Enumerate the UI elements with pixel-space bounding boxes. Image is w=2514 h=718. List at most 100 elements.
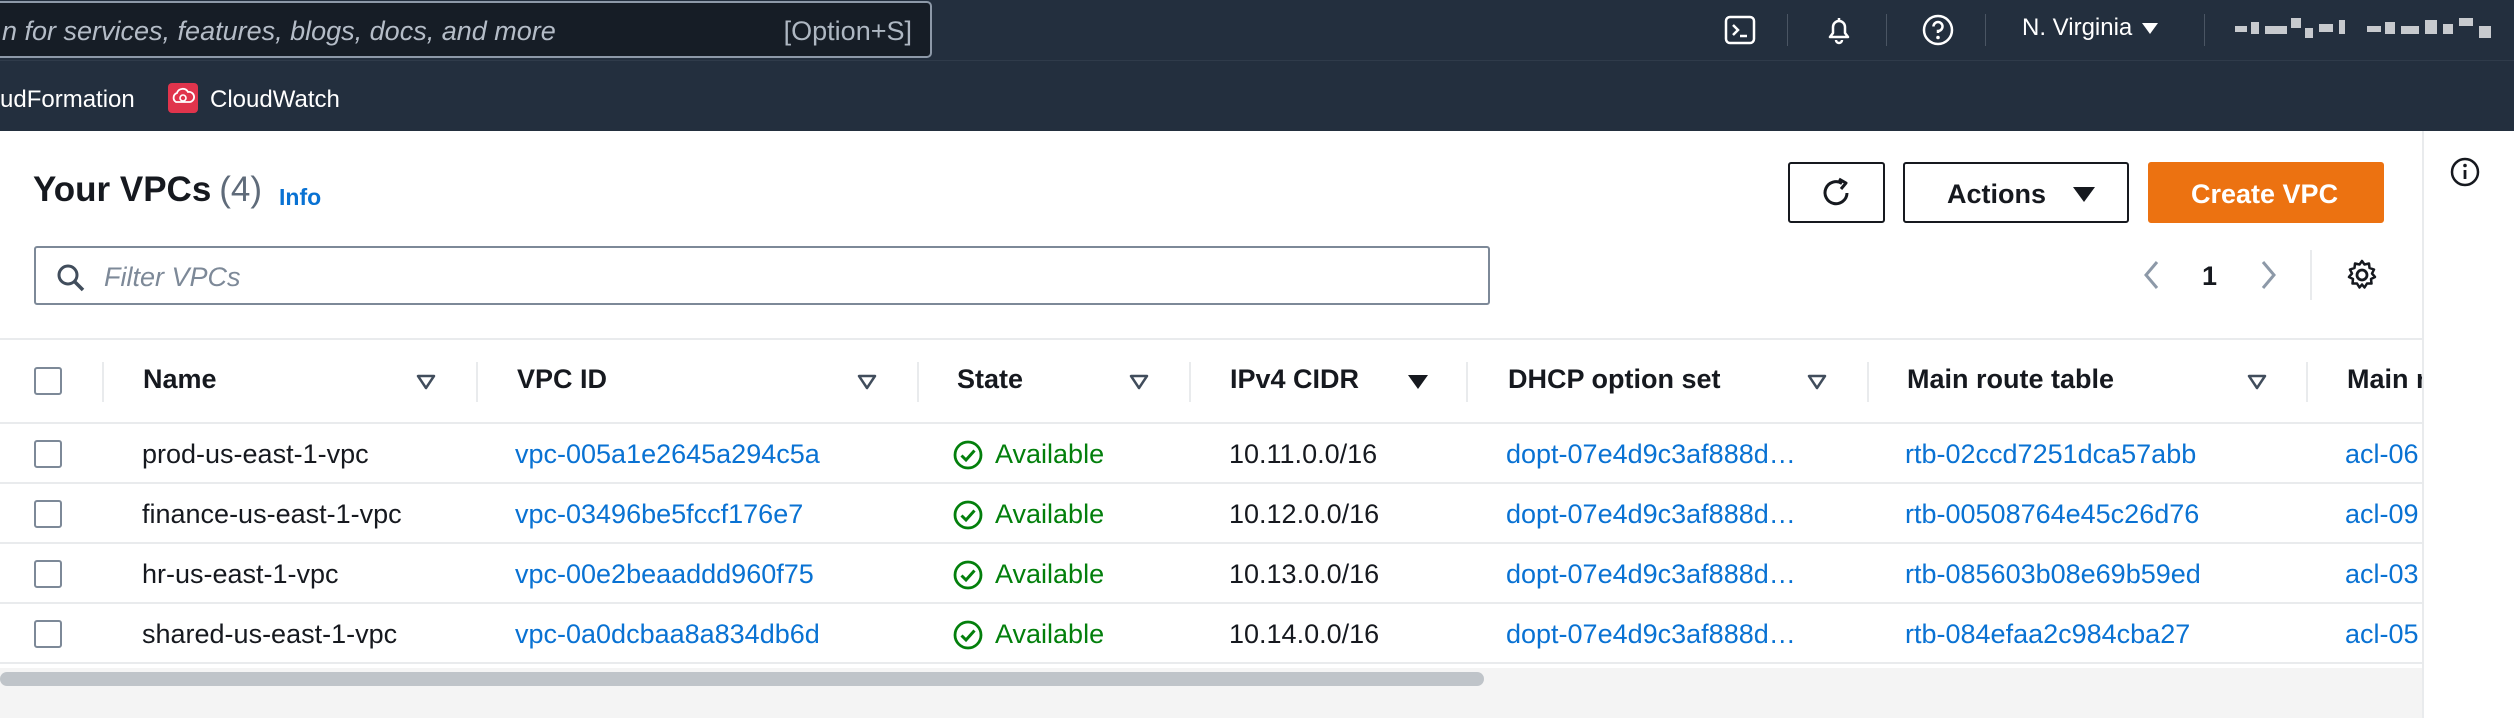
state-text: Available xyxy=(995,559,1105,589)
route-table-link[interactable]: rtb-00508764e45c26d76 xyxy=(1905,499,2199,530)
vpc-id-link[interactable]: vpc-005a1e2645a294c5a xyxy=(515,439,820,470)
filter-caret-icon[interactable] xyxy=(1129,374,1149,390)
column-divider xyxy=(1466,362,1468,402)
sort-descending-icon[interactable] xyxy=(1407,374,1429,390)
refresh-icon xyxy=(1823,177,1849,206)
settings-icon[interactable] xyxy=(2345,258,2379,292)
horizontal-scrollbar[interactable] xyxy=(0,672,1484,686)
row-checkbox[interactable] xyxy=(34,560,62,588)
table-row[interactable]: finance-us-east-1-vpc vpc-03496be5fccf17… xyxy=(0,484,2422,544)
filter-caret-icon[interactable] xyxy=(416,374,436,390)
network-acl-link[interactable]: acl-05 xyxy=(2345,619,2419,650)
table-row[interactable]: shared-us-east-1-vpc vpc-0a0dcbaa8a834db… xyxy=(0,604,2422,664)
vpc-state: Available xyxy=(953,439,1105,470)
column-divider xyxy=(102,362,104,402)
dhcp-option-set-link[interactable]: dopt-07e4d9c3af888d… xyxy=(1506,439,1796,470)
filter-caret-icon[interactable] xyxy=(857,374,877,390)
vpc-state: Available xyxy=(953,559,1105,590)
ipv4-cidr: 10.12.0.0/16 xyxy=(1229,499,1380,529)
vpc-id-link[interactable]: vpc-0a0dcbaa8a834db6d xyxy=(515,619,820,650)
current-page[interactable]: 1 xyxy=(2202,261,2217,292)
vpc-name: finance-us-east-1-vpc xyxy=(142,499,402,529)
vpc-id-link[interactable]: vpc-03496be5fccf176e7 xyxy=(515,499,803,530)
column-header-dhcp-option-set[interactable]: DHCP option set xyxy=(1508,364,1721,395)
filter-placeholder: Filter VPCs xyxy=(104,262,241,292)
network-acl-link[interactable]: acl-09 xyxy=(2345,499,2419,530)
column-divider xyxy=(476,362,478,402)
account-menu[interactable] xyxy=(2235,16,2495,42)
actions-button[interactable]: Actions xyxy=(1903,162,2129,223)
page-title: Your VPCs (4) xyxy=(33,170,262,210)
actions-label: Actions xyxy=(1947,179,2047,209)
caret-down-icon xyxy=(2073,187,2095,202)
dhcp-option-set-link[interactable]: dopt-07e4d9c3af888d… xyxy=(1506,619,1796,650)
check-circle-icon xyxy=(953,560,983,590)
network-acl-link[interactable]: acl-06 xyxy=(2345,439,2419,470)
route-table-link[interactable]: rtb-085603b08e69b59ed xyxy=(1905,559,2201,590)
cloudwatch-icon xyxy=(168,83,198,113)
column-header-name[interactable]: Name xyxy=(143,364,217,395)
region-label: N. Virginia xyxy=(2022,14,2133,41)
help-icon[interactable] xyxy=(1920,12,1956,48)
select-all-checkbox[interactable] xyxy=(34,367,62,395)
info-icon[interactable] xyxy=(2448,155,2482,189)
vpc-name: prod-us-east-1-vpc xyxy=(142,439,369,469)
cloudshell-icon[interactable] xyxy=(1722,12,1758,48)
nav-separator xyxy=(1985,14,1986,46)
state-text: Available xyxy=(995,439,1105,469)
global-search-input[interactable]: n for services, features, blogs, docs, a… xyxy=(0,1,932,58)
vpc-state: Available xyxy=(953,619,1105,650)
column-header-ipv4-cidr[interactable]: IPv4 CIDR xyxy=(1230,364,1359,395)
column-header-main-network-acl[interactable]: Main n xyxy=(2347,364,2422,395)
row-checkbox[interactable] xyxy=(34,440,62,468)
search-shortcut: [Option+S] xyxy=(783,16,912,46)
network-acl-link[interactable]: acl-03 xyxy=(2345,559,2419,590)
caret-down-icon xyxy=(2142,23,2159,35)
check-circle-icon xyxy=(953,440,983,470)
vpc-count: (4) xyxy=(219,170,263,209)
table-header: Name VPC ID State IPv4 CIDR DHCP option … xyxy=(0,340,2422,424)
table-row[interactable]: prod-us-east-1-vpc vpc-005a1e2645a294c5a… xyxy=(0,424,2422,484)
top-navigation-bar: n for services, features, blogs, docs, a… xyxy=(0,0,2514,60)
row-checkbox[interactable] xyxy=(34,500,62,528)
create-vpc-button[interactable]: Create VPC xyxy=(2148,162,2384,223)
info-link[interactable]: Info xyxy=(279,184,321,211)
column-header-state[interactable]: State xyxy=(957,364,1023,395)
region-selector[interactable]: N. Virginia xyxy=(2022,14,2159,42)
filter-caret-icon[interactable] xyxy=(1807,374,1827,390)
chevron-right-icon[interactable] xyxy=(2256,258,2280,292)
filter-caret-icon[interactable] xyxy=(2247,374,2267,390)
route-table-link[interactable]: rtb-084efaa2c984cba27 xyxy=(1905,619,2190,650)
page-title-text: Your VPCs xyxy=(33,170,212,209)
vpc-id-link[interactable]: vpc-00e2beaaddd960f75 xyxy=(515,559,814,590)
ipv4-cidr: 10.13.0.0/16 xyxy=(1229,559,1380,589)
column-header-vpc-id[interactable]: VPC ID xyxy=(517,364,607,395)
vpc-name: shared-us-east-1-vpc xyxy=(142,619,398,649)
nav-separator xyxy=(1886,14,1887,46)
filter-vpcs-input[interactable]: Filter VPCs xyxy=(34,246,1490,305)
column-divider xyxy=(917,362,919,402)
ipv4-cidr: 10.11.0.0/16 xyxy=(1229,439,1378,469)
search-placeholder: n for services, features, blogs, docs, a… xyxy=(2,16,556,46)
ipv4-cidr: 10.14.0.0/16 xyxy=(1229,619,1380,649)
row-checkbox[interactable] xyxy=(34,620,62,648)
route-table-link[interactable]: rtb-02ccd7251dca57abb xyxy=(1905,439,2196,470)
dhcp-option-set-link[interactable]: dopt-07e4d9c3af888d… xyxy=(1506,499,1796,530)
nav-separator xyxy=(1787,14,1788,46)
vpc-table: Name VPC ID State IPv4 CIDR DHCP option … xyxy=(0,338,2422,668)
nav-separator xyxy=(2204,14,2205,46)
column-divider xyxy=(2306,362,2308,402)
chevron-left-icon[interactable] xyxy=(2140,258,2164,292)
refresh-button[interactable] xyxy=(1788,162,1885,223)
notifications-icon[interactable] xyxy=(1821,12,1857,48)
check-circle-icon xyxy=(953,620,983,650)
search-icon xyxy=(57,264,85,292)
state-text: Available xyxy=(995,619,1105,649)
table-row[interactable]: hr-us-east-1-vpc vpc-00e2beaaddd960f75 A… xyxy=(0,544,2422,604)
check-circle-icon xyxy=(953,500,983,530)
dhcp-option-set-link[interactable]: dopt-07e4d9c3af888d… xyxy=(1506,559,1796,590)
favorite-cloudwatch[interactable]: CloudWatch xyxy=(210,86,340,114)
favorite-cloudformation[interactable]: udFormation xyxy=(0,86,135,114)
create-vpc-label: Create VPC xyxy=(2191,179,2339,209)
column-header-main-route-table[interactable]: Main route table xyxy=(1907,364,2114,395)
